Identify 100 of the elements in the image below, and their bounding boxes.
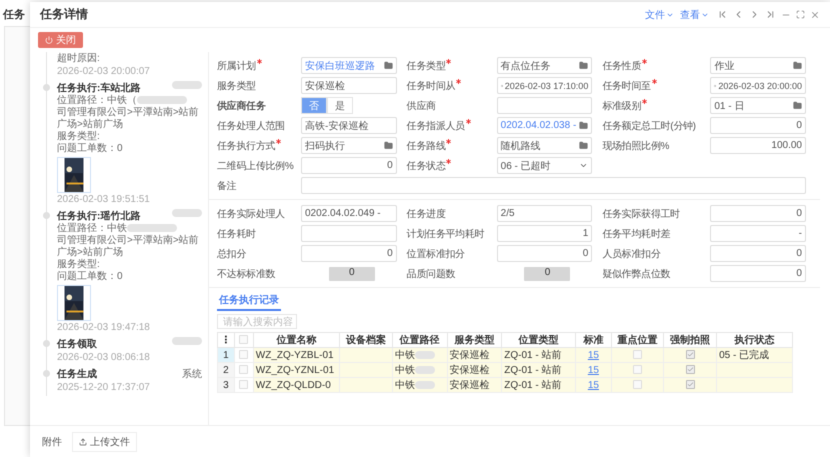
input-field[interactable]	[496, 97, 592, 114]
input-field[interactable]: 2/5	[496, 205, 592, 222]
toggle-option[interactable]: 是	[327, 97, 353, 114]
input-field[interactable]	[301, 225, 397, 242]
menu-button[interactable]: 文件	[642, 8, 677, 22]
column-header[interactable]: 服务类型	[447, 332, 502, 348]
input-field[interactable]: 0	[710, 117, 806, 134]
blurred-text	[172, 209, 202, 217]
input-field[interactable]: 0	[710, 265, 806, 282]
checkbox[interactable]	[239, 365, 248, 374]
folder-icon	[792, 61, 802, 70]
field-label: 标准级别	[602, 98, 706, 112]
column-header[interactable]: ⋮	[218, 332, 234, 348]
table-cell: 安保巡检	[447, 348, 502, 362]
field-label: 任务状态	[406, 158, 493, 172]
field-label: 任务处理人范围	[217, 120, 286, 132]
field-label: 任务性质	[602, 58, 706, 72]
blurred-text	[414, 381, 435, 390]
field-label: 人员标准扣分	[602, 248, 662, 260]
field-label: 任务时间从	[406, 78, 493, 92]
count-box: 0	[524, 266, 570, 280]
input-field[interactable]: 0	[496, 245, 592, 262]
field-label: 总扣分	[217, 248, 248, 260]
input-field[interactable]: 扫码执行	[301, 137, 397, 154]
last-icon[interactable]	[765, 9, 776, 20]
maximize-icon[interactable]	[796, 10, 805, 19]
date-field[interactable]: 2026-02-03 20:00:00	[710, 77, 806, 94]
input-field[interactable]: 0	[710, 245, 806, 262]
event-detail: 服务类型:	[57, 131, 101, 142]
folder-icon	[792, 101, 802, 110]
input-field[interactable]: 06 - 已超时	[496, 157, 592, 174]
field-label: 供应商	[406, 100, 437, 112]
power-icon	[45, 36, 53, 44]
input-field[interactable]: 有点位任务	[496, 57, 592, 74]
field-label: 任务进度	[406, 208, 446, 220]
column-header[interactable]: 设备档案	[340, 332, 392, 348]
field-label: 任务类型	[406, 58, 493, 72]
input-field[interactable]: -	[710, 225, 806, 242]
menu-button[interactable]: 查看	[677, 8, 712, 22]
checkbox[interactable]	[239, 350, 248, 360]
column-header[interactable]: 位置类型	[502, 332, 576, 348]
count-box: 0	[328, 266, 375, 280]
input-field[interactable]: 0	[710, 205, 806, 222]
event-detail: 服务类型:	[57, 259, 101, 270]
field-label: 任务平均耗时差	[602, 228, 672, 240]
event-title: 任务领取	[57, 338, 97, 351]
row-number[interactable]: 1	[218, 348, 234, 362]
input-field[interactable]: 1	[496, 225, 592, 242]
attachment-label: 附件	[42, 436, 62, 448]
table-cell: 安保巡检	[447, 362, 502, 378]
field-label: 现场拍照比例%	[602, 140, 670, 152]
timestamp: 2026-02-03 20:00:07	[57, 66, 151, 77]
event-detail: 问题工单数：0	[57, 143, 124, 155]
column-header[interactable]: 重点位置	[611, 332, 664, 348]
column-header[interactable]: 强制拍照	[664, 332, 717, 348]
input-field[interactable]: 0	[301, 157, 397, 174]
input-field[interactable]: 01 - 日	[710, 97, 806, 114]
checkbox[interactable]	[239, 380, 248, 390]
input-field[interactable]: 安保巡检	[301, 77, 397, 94]
field-label: 二维码上传比例%	[217, 160, 294, 172]
field-label: 任务实际处理人	[217, 208, 286, 220]
column-header[interactable]: 执行状态	[716, 332, 792, 348]
input-field[interactable]: 100.00	[710, 137, 806, 154]
chevron-down-icon	[579, 161, 588, 170]
input-field[interactable]: 高铁-安保巡检	[301, 117, 397, 134]
folder-icon	[384, 61, 393, 70]
column-header[interactable]: 标准	[575, 332, 612, 348]
table-cell: WZ_ZQ-QLDD-0	[253, 378, 340, 392]
field-label: 任务指派人员	[406, 118, 493, 132]
input-field[interactable]: 0202.04.02.049 -	[301, 205, 397, 222]
event-title: 任务执行:瑶竹北路	[57, 210, 140, 222]
row-number[interactable]: 3	[218, 378, 234, 392]
field-label: 服务类型	[217, 80, 257, 92]
column-header[interactable]: 位置路径	[392, 332, 448, 348]
date-field[interactable]: 2026-02-03 17:10:00	[496, 77, 592, 94]
field-label: 任务执行方式	[217, 138, 297, 152]
input-field[interactable]: 0202.04.02.038 -	[496, 117, 592, 134]
field-label: 供应商任务	[217, 99, 267, 112]
checkbox[interactable]	[239, 335, 248, 344]
location-path: 司管理有限公司>平潭站南>站前广场>站前广场	[57, 107, 200, 130]
input-field[interactable]: 0	[301, 245, 397, 262]
tab[interactable]: 任务执行记录	[217, 292, 281, 311]
timestamp: 2026-02-03 19:47:18	[57, 322, 151, 333]
table-cell: 中铁	[394, 380, 415, 391]
row-number[interactable]: 2	[218, 362, 234, 378]
close-icon[interactable]	[810, 10, 820, 20]
input-field[interactable]: 随机路线	[496, 137, 592, 154]
upload-button[interactable]: 上传文件	[72, 432, 137, 452]
timestamp: 2026-02-03 19:51:51	[57, 194, 151, 205]
input-field[interactable]: 作业	[710, 57, 806, 74]
blurred-text	[172, 337, 202, 345]
event-title: 任务执行:车站北路	[57, 81, 140, 94]
input-field[interactable]: 安保白班巡逻路	[301, 57, 397, 74]
table-cell: 中铁	[394, 365, 415, 376]
input-field[interactable]	[301, 177, 806, 194]
location-path: 位置路径：中铁	[57, 223, 127, 234]
field-label: 计划任务平均耗时	[406, 228, 486, 240]
first-icon[interactable]	[717, 9, 728, 20]
column-header[interactable]: 位置名称	[253, 332, 340, 348]
table-cell: ZQ-01 - 站前	[502, 378, 576, 392]
